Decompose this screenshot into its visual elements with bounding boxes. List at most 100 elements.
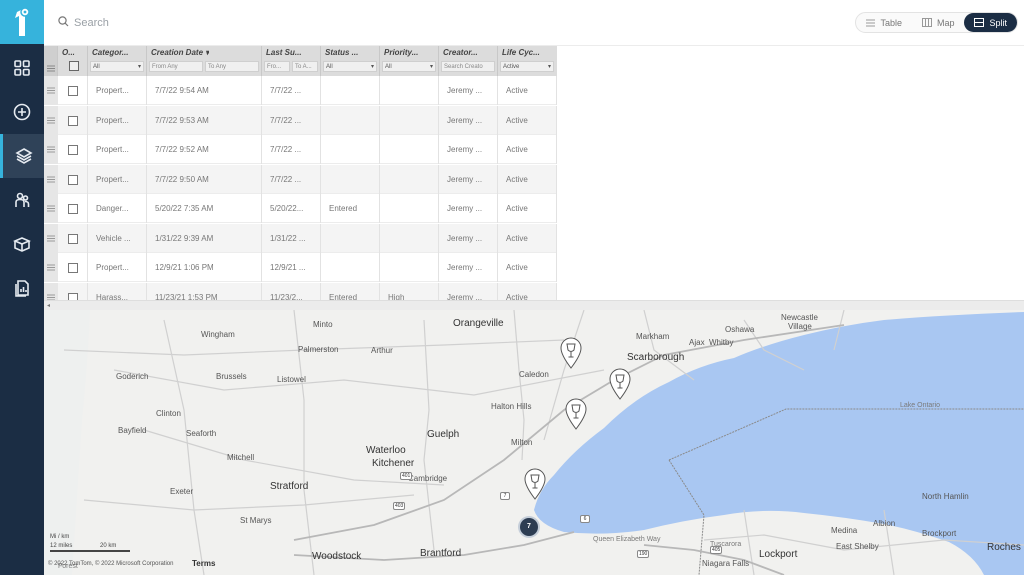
cell-last-submitted: 1/31/22 ... [262,223,321,253]
cell-priority [380,253,439,282]
header-col-lifecycle[interactable]: Life Cyc... Active ▾ [498,46,557,76]
cell-creator: Jeremy ... [439,194,498,223]
header-col-creation-date[interactable]: Creation Date ▾ From Any To Any [147,46,262,76]
view-map-button[interactable]: Map [912,13,965,32]
status-filter[interactable]: All ▾ [323,61,377,72]
row-drag-handle[interactable] [44,105,58,135]
table-row[interactable]: Propert... 7/7/22 9:52 AM 7/7/22 ... Jeremy… [44,135,557,164]
row-checkbox[interactable] [68,292,78,300]
header-col-creator[interactable]: Creator... Search Creato [439,46,498,76]
view-table-button[interactable]: Table [856,13,912,32]
sidebar-item-reports[interactable] [0,266,44,310]
map-place-label: Orangeville [453,318,504,329]
map-incident-pin[interactable] [608,368,632,400]
map-place-label: Brussels [216,372,247,381]
cell-status [321,135,380,164]
lifecycle-filter[interactable]: Active ▾ [500,61,554,72]
table-row[interactable]: Propert... 7/7/22 9:53 AM 7/7/22 ... Jeremy… [44,105,557,135]
header-col-status[interactable]: Status ... All ▾ [321,46,380,76]
cell-creation-date: 5/20/22 7:35 AM [147,194,262,223]
last-to-filter[interactable]: To A... [292,61,318,72]
sidebar-item-people[interactable] [0,178,44,222]
drag-handle-icon [47,117,55,123]
view-map-label: Map [936,17,955,28]
table-row[interactable]: Danger... 5/20/22 7:35 AM 5/20/22... Entere… [44,194,557,223]
people-icon [15,192,30,207]
search-input[interactable] [74,12,474,34]
row-checkbox[interactable] [68,263,78,273]
row-checkbox[interactable] [68,174,78,185]
sidebar-item-box[interactable] [0,222,44,266]
row-checkbox[interactable] [68,145,78,155]
map-place-label: Halton Hills [491,402,532,411]
cell-priority [380,76,439,105]
cell-creator: Jeremy ... [439,105,498,135]
row-checkbox[interactable] [68,115,78,126]
drag-handle-icon [47,146,55,153]
category-filter[interactable]: All ▾ [90,61,144,72]
header-col-last-submitted[interactable]: Last Su... Fro... To A... [262,46,321,76]
cell-status [321,105,380,135]
column-title: Last Su... [266,48,302,57]
header-col-o[interactable]: O... [58,46,88,76]
map-place-label: Lockport [759,549,798,560]
header-col-category[interactable]: Categor... All ▾ [88,46,147,76]
cell-lifecycle: Active [498,76,557,105]
last-from-filter[interactable]: Fro... [264,61,290,72]
view-split-button[interactable]: Split [964,13,1017,32]
creation-to-filter[interactable]: To Any [205,61,259,72]
map-incident-pin[interactable] [523,468,547,500]
cell-priority [380,223,439,253]
map-copyright: © 2022 TomTom, © 2022 Microsoft Corporat… [48,561,174,567]
table-row[interactable]: Harass... 11/23/21 1:53 PM 11/23/2... Enter… [44,282,557,300]
app-logo[interactable] [0,0,44,44]
map-canvas [44,310,1024,575]
select-all-checkbox[interactable] [69,61,79,71]
header-col-priority[interactable]: Priority... All ▾ [380,46,439,76]
sidebar-item-add[interactable] [0,90,44,134]
map-place-label: Guelph [427,429,460,440]
row-drag-handle[interactable] [44,194,58,223]
cell-lifecycle: Active [498,223,557,253]
row-drag-handle[interactable] [44,223,58,253]
map-terms-link[interactable]: Terms [192,559,215,568]
table-row[interactable]: Propert... 7/7/22 9:54 AM 7/7/22 ... Jeremy… [44,76,557,105]
cell-creation-date: 12/9/21 1:06 PM [147,253,262,282]
map-place-label: Niagara Falls [702,559,750,568]
row-drag-handle[interactable] [44,253,58,282]
column-title: Priority... [384,48,419,57]
creation-from-filter[interactable]: From Any [149,61,203,72]
cell-status [321,223,380,253]
drag-handle-icon [47,205,55,212]
row-checkbox[interactable] [68,86,78,96]
table-row[interactable]: Propert... 7/7/22 9:50 AM 7/7/22 ... Jeremy… [44,164,557,194]
row-drag-handle[interactable] [44,282,58,300]
highway-shield: 401 [400,472,413,480]
map-place-label: Cambridge [408,474,448,483]
scroll-left-arrow-icon[interactable]: ◂ [47,302,50,309]
list-icon [866,19,876,26]
creator-filter[interactable]: Search Creato [441,61,495,72]
row-drag-handle[interactable] [44,135,58,164]
table-row[interactable]: Propert... 12/9/21 1:06 PM 12/9/21 ... Jere… [44,253,557,282]
sidebar-item-layers[interactable] [0,134,44,178]
sidebar-item-dashboard[interactable] [0,46,44,90]
row-drag-handle[interactable] [44,164,58,194]
sidebar [0,0,44,575]
row-drag-handle[interactable] [44,76,58,105]
cell-category: Propert... [88,135,147,164]
sort-desc-icon[interactable]: ▾ [205,48,209,57]
map-incident-pin[interactable] [564,398,588,430]
row-checkbox[interactable] [68,233,78,244]
map-place-label: Milton [511,438,533,447]
table-row[interactable]: Vehicle ... 1/31/22 9:39 AM 1/31/22 ... Jer… [44,223,557,253]
map-incident-pin[interactable] [559,337,583,369]
map-cluster-marker[interactable]: 7 [520,518,538,536]
map-place-label: Oshawa [725,325,755,334]
map-view[interactable]: Orangeville Minto Wingham Palmerston Arthur G… [44,310,1024,575]
row-checkbox[interactable] [68,204,78,214]
split-divider[interactable]: ◂ [44,300,1024,310]
map-place-label: Brockport [922,529,957,538]
priority-filter[interactable]: All ▾ [382,61,436,72]
cell-creation-date: 7/7/22 9:54 AM [147,76,262,105]
